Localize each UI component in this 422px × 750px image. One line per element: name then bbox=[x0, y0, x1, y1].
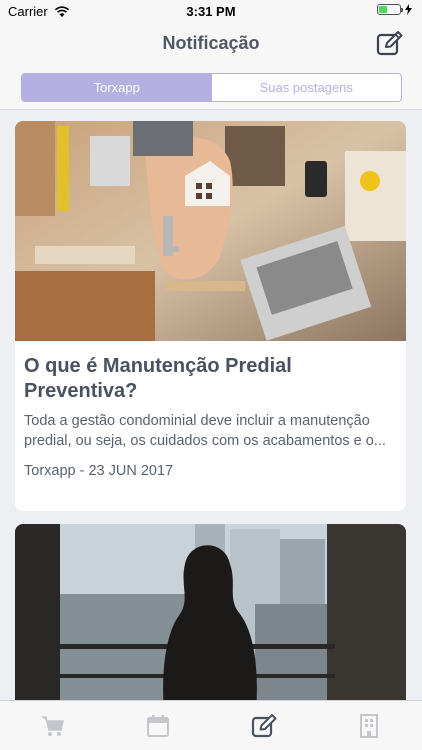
segment-bar: Torxapp Suas postagens bbox=[0, 64, 422, 110]
compose-icon bbox=[251, 713, 277, 737]
calendar-icon bbox=[147, 714, 170, 737]
post-image bbox=[15, 524, 406, 700]
page-title: Notificação bbox=[162, 33, 260, 53]
segmented-control: Torxapp Suas postagens bbox=[21, 73, 402, 102]
post-meta: Torxapp - 23 JUN 2017 bbox=[24, 463, 174, 479]
clock: 3:31 PM bbox=[186, 4, 236, 19]
status-right bbox=[377, 4, 412, 15]
post-card[interactable]: O que é Manutenção Predial Preventiva? T… bbox=[15, 121, 406, 511]
post-card[interactable] bbox=[15, 524, 406, 700]
post-image bbox=[15, 121, 406, 341]
navigation-bar: Notificação bbox=[0, 22, 422, 64]
status-bar: Carrier 3:31 PM bbox=[0, 0, 422, 22]
tab-building[interactable] bbox=[317, 701, 422, 750]
cart-icon bbox=[41, 715, 64, 736]
tab-calendar[interactable] bbox=[106, 701, 212, 750]
feed[interactable]: O que é Manutenção Predial Preventiva? T… bbox=[0, 110, 422, 700]
post-title: O que é Manutenção Predial Preventiva? bbox=[24, 355, 292, 402]
building-icon bbox=[360, 713, 379, 738]
segment-suas-postagens[interactable]: Suas postagens bbox=[212, 74, 402, 101]
segment-torxapp[interactable]: Torxapp bbox=[22, 74, 212, 101]
compose-icon[interactable] bbox=[376, 30, 404, 56]
tab-posts[interactable] bbox=[211, 701, 317, 750]
tab-bar bbox=[0, 700, 422, 750]
battery-icon bbox=[377, 4, 403, 15]
post-excerpt: Toda a gestão condominial deve incluir a… bbox=[24, 413, 386, 449]
charging-bolt-icon bbox=[405, 4, 412, 15]
tab-cart[interactable] bbox=[0, 701, 106, 750]
